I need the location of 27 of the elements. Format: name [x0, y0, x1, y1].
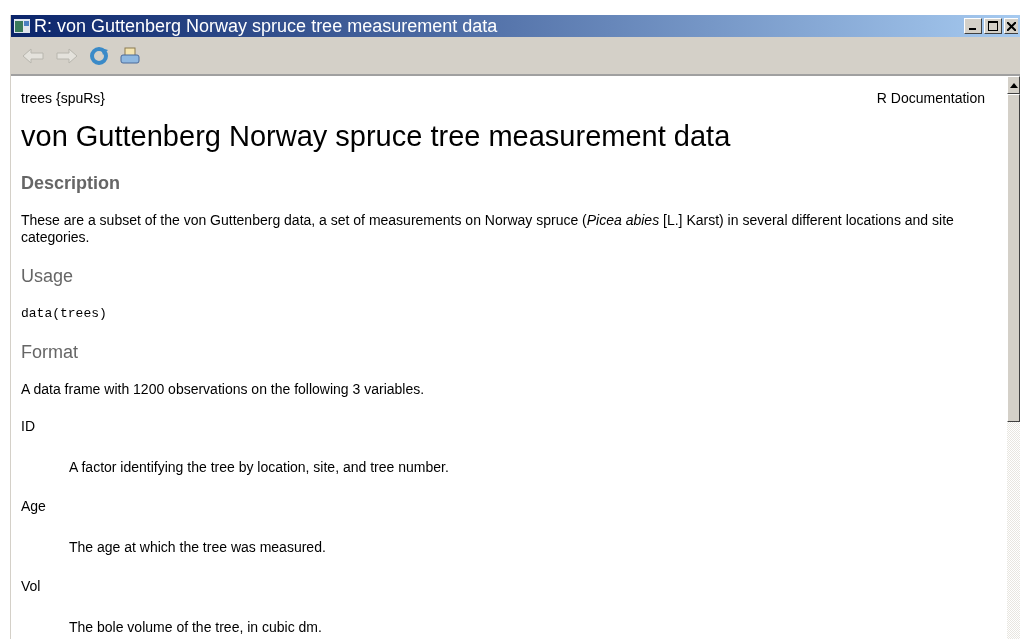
- scrollbar[interactable]: [1007, 76, 1020, 639]
- paragraph: These are a subset of the von Guttenberg data, a set of measurements on Norway spruce (Picea abies [L.] Karst) in several different locations and site categories.: [21, 212, 955, 246]
- print-button[interactable]: [117, 45, 143, 66]
- topic-label: trees {spuRs}: [21, 90, 106, 106]
- window-title: R: von Guttenberg Norway spruce tree measurement data: [34, 15, 499, 37]
- variable-description: The bole volume of the tree, in cubic dm.: [69, 619, 323, 636]
- paragraph: A data frame with 1200 observations on the following 3 variables.: [21, 381, 426, 398]
- page-title: von Guttenberg Norway spruce tree measurement data: [21, 120, 732, 153]
- scroll-thumb[interactable]: [1007, 94, 1020, 422]
- variable-name: ID: [21, 418, 36, 435]
- code-text: data(trees): [21, 305, 108, 322]
- scroll-up-button[interactable]: [1007, 76, 1020, 94]
- close-icon: [1007, 21, 1016, 31]
- section-heading: Format: [21, 342, 79, 363]
- section-heading: Usage: [21, 266, 75, 287]
- variable-name: Age: [21, 498, 47, 515]
- maximize-button[interactable]: [984, 18, 1002, 34]
- source-label: R Documentation: [876, 90, 985, 106]
- minimize-button[interactable]: [964, 18, 982, 34]
- close-button[interactable]: [1004, 18, 1018, 34]
- up-arrow-icon: [1009, 82, 1018, 88]
- variable-description: A factor identifying the tree by location, site, and tree number.: [69, 459, 450, 476]
- variable-name: Vol: [21, 578, 42, 595]
- section-heading: Description: [21, 173, 122, 194]
- maximize-icon: [988, 21, 998, 31]
- window-icon: [14, 19, 30, 33]
- variable-description: The age at which the tree was measured.: [69, 539, 327, 556]
